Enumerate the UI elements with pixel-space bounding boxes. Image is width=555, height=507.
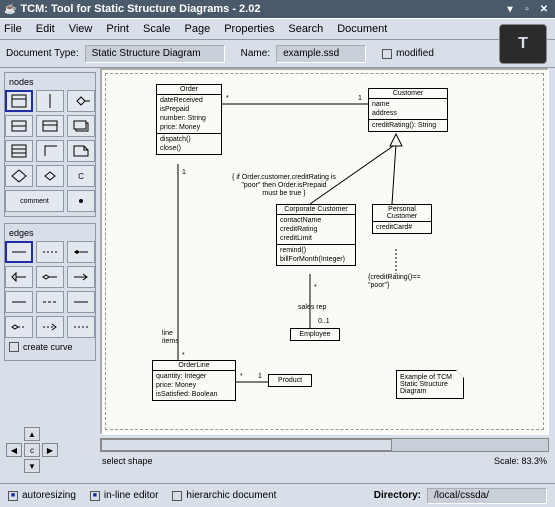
- edge-tool-composite[interactable]: [67, 241, 95, 263]
- close-button[interactable]: ✕: [537, 2, 551, 16]
- minimize-button[interactable]: ▾: [503, 2, 517, 16]
- create-curve-checkbox[interactable]: [9, 342, 19, 352]
- salesrep-label: sales rep: [298, 304, 326, 312]
- doctype-label: Document Type:: [6, 48, 79, 59]
- docname-field[interactable]: example.ssd: [276, 45, 366, 63]
- node-tool-box3[interactable]: [5, 140, 33, 162]
- dir-field[interactable]: /local/cssda/: [427, 488, 547, 504]
- uml-class-corporate[interactable]: Corporate Customer contactName creditRat…: [276, 204, 356, 266]
- menu-properties[interactable]: Properties: [224, 23, 274, 35]
- node-tool-class[interactable]: [5, 90, 33, 112]
- node-tool-diamond-line[interactable]: [67, 90, 95, 112]
- diagram-canvas[interactable]: * 1 1 * * 1: [105, 73, 544, 430]
- window-title: TCM: Tool for Static Structure Diagrams …: [20, 3, 260, 15]
- node-tool-diamond[interactable]: [5, 165, 33, 187]
- edge-tool-aggr[interactable]: [36, 266, 64, 288]
- uml-class-orderline[interactable]: OrderLine quantity: Integer price: Money…: [152, 360, 236, 401]
- node-tool-box2[interactable]: [5, 115, 33, 137]
- inline-checkbox[interactable]: [90, 491, 100, 501]
- dir-label: Directory:: [374, 490, 421, 501]
- edges-palette: edges create curve: [4, 223, 96, 361]
- nav-center[interactable]: c: [24, 443, 40, 457]
- node-tool-note[interactable]: [67, 140, 95, 162]
- uml-class-customer[interactable]: Customer name address creditRating(): St…: [368, 88, 448, 132]
- maximize-button[interactable]: ▫: [520, 2, 534, 16]
- menu-page[interactable]: Page: [185, 23, 211, 35]
- hierarchic-checkbox[interactable]: [172, 491, 182, 501]
- edge-tool-assoc[interactable]: [5, 241, 33, 263]
- mult01-label: 0..1: [318, 318, 330, 326]
- canvas-area[interactable]: * 1 1 * * 1: [100, 68, 549, 435]
- node-tool-angle[interactable]: [36, 140, 64, 162]
- edge-tool-d[interactable]: [5, 316, 33, 338]
- edge-tool-f[interactable]: [67, 316, 95, 338]
- app-icon: ☕: [4, 4, 16, 15]
- uml-class-employee[interactable]: Employee: [290, 328, 340, 341]
- app-logo: T: [499, 24, 547, 64]
- modified-checkbox[interactable]: [382, 49, 392, 59]
- menu-document[interactable]: Document: [337, 23, 387, 35]
- edge-tool-c[interactable]: [67, 291, 95, 313]
- uml-class-product[interactable]: Product: [268, 374, 312, 387]
- node-tool-line[interactable]: [36, 90, 64, 112]
- nav-right[interactable]: ▶: [42, 443, 58, 457]
- menu-search[interactable]: Search: [288, 23, 323, 35]
- nav-up[interactable]: ▲: [24, 427, 40, 441]
- uml-note[interactable]: Example of TCM Static Structure Diagram: [396, 370, 464, 399]
- modified-label: modified: [396, 48, 434, 59]
- edge-tool-gen[interactable]: [5, 266, 33, 288]
- menu-view[interactable]: View: [69, 23, 93, 35]
- uml-class-order[interactable]: Order dateReceived isPrepaid number: Str…: [156, 84, 222, 155]
- svg-text:1: 1: [182, 169, 186, 176]
- horizontal-scrollbar[interactable]: [100, 438, 549, 452]
- node-tool-comment[interactable]: comment: [5, 190, 64, 212]
- edge-tool-b[interactable]: [36, 291, 64, 313]
- node-tool-dot[interactable]: [67, 190, 95, 212]
- nodes-title: nodes: [9, 77, 93, 87]
- status-left: select shape: [102, 456, 153, 466]
- svg-text:*: *: [240, 373, 243, 380]
- node-tool-diamond-small[interactable]: [36, 165, 64, 187]
- nav-left[interactable]: ◀: [6, 443, 22, 457]
- bottom-bar: autoresizing in-line editor hierarchic d…: [0, 483, 555, 507]
- edge-tool-e[interactable]: [36, 316, 64, 338]
- menubar: File Edit View Print Scale Page Properti…: [0, 18, 555, 40]
- edge-tool-a[interactable]: [5, 291, 33, 313]
- svg-text:*: *: [314, 284, 317, 291]
- opt-autoresizing[interactable]: autoresizing: [8, 490, 76, 501]
- opt-inline[interactable]: in-line editor: [90, 490, 158, 501]
- scrollbar-thumb[interactable]: [101, 439, 392, 451]
- window-titlebar: ☕ TCM: Tool for Static Structure Diagram…: [0, 0, 555, 18]
- docname-label: Name:: [241, 48, 270, 59]
- edge-tool-arrow[interactable]: [67, 266, 95, 288]
- document-bar: Document Type: Static Structure Diagram …: [0, 40, 555, 68]
- node-tool-box-shadow[interactable]: [67, 115, 95, 137]
- status-scale: Scale: 83.3%: [494, 456, 547, 466]
- constraint-text[interactable]: { if Order.customer.creditRating is "poo…: [224, 174, 344, 198]
- personal-constraint[interactable]: {creditRating()== "poor"}: [368, 274, 421, 290]
- create-curve-option[interactable]: create curve: [7, 338, 93, 356]
- doctype-field[interactable]: Static Structure Diagram: [85, 45, 225, 63]
- svg-text:1: 1: [258, 373, 262, 380]
- menu-file[interactable]: File: [4, 23, 22, 35]
- menu-edit[interactable]: Edit: [36, 23, 55, 35]
- star-label: *: [182, 352, 185, 360]
- svg-text:*: *: [226, 95, 229, 102]
- menu-scale[interactable]: Scale: [143, 23, 171, 35]
- lineitems-label: line items: [162, 330, 179, 346]
- autoresizing-checkbox[interactable]: [8, 491, 18, 501]
- node-tool-c[interactable]: C: [67, 165, 95, 187]
- uml-class-personal[interactable]: Personal Customer creditCard#: [372, 204, 432, 234]
- svg-text:1: 1: [358, 95, 362, 102]
- nav-pad: ▲ ◀ c ▶ ▼: [6, 427, 62, 475]
- edge-tool-dep[interactable]: [36, 241, 64, 263]
- nodes-palette: nodes C comment: [4, 72, 96, 217]
- menu-print[interactable]: Print: [106, 23, 129, 35]
- nav-down[interactable]: ▼: [24, 459, 40, 473]
- node-tool-box2b[interactable]: [36, 115, 64, 137]
- opt-hierarchic[interactable]: hierarchic document: [172, 490, 276, 501]
- create-curve-label: create curve: [23, 342, 73, 352]
- edges-title: edges: [9, 228, 93, 238]
